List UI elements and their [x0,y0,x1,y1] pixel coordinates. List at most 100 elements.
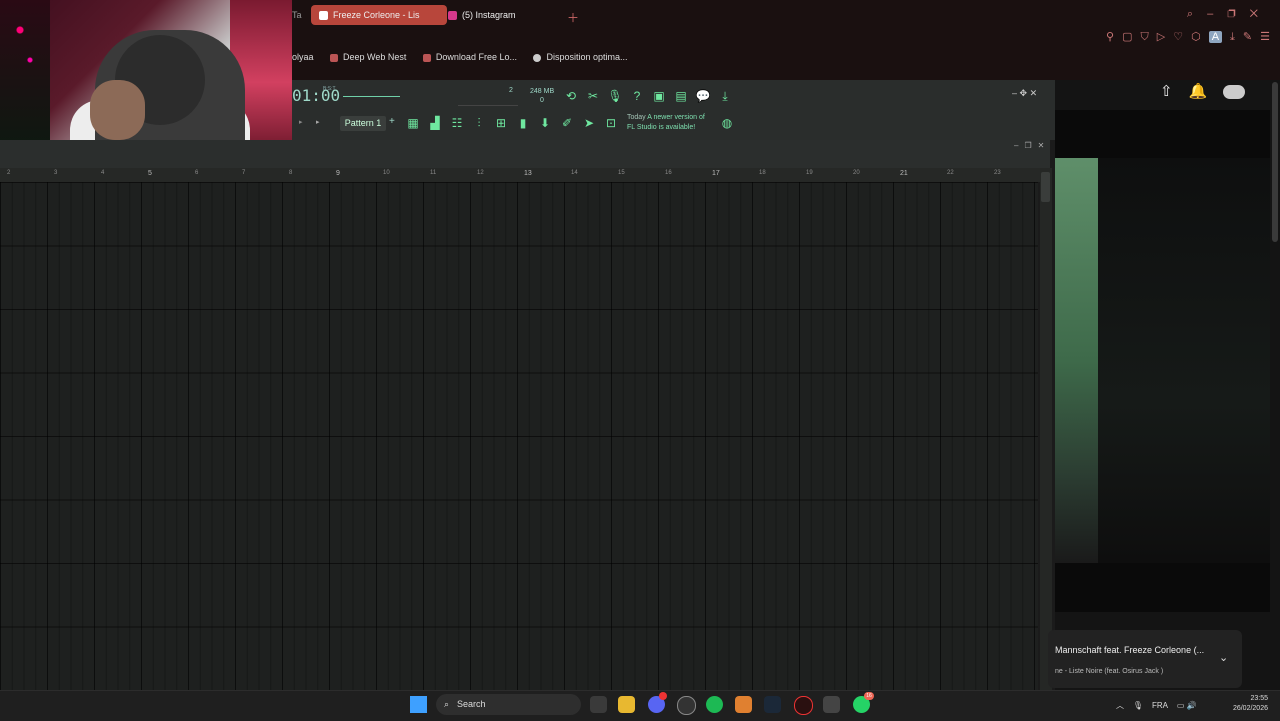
save-icon[interactable]: ▣ [651,88,667,104]
now-playing-subtitle: ne - Liste Noire (feat. Osirus Jack ) [1055,668,1164,675]
tab-instagram[interactable]: (5) Instagram [440,5,566,25]
clock[interactable]: 23:55 26/02/2026 [1220,694,1268,714]
ruler-tick: 15 [618,170,625,176]
ruler-tick: 5 [148,170,152,177]
shield-icon[interactable]: ⛉ [1140,31,1148,44]
globe-icon[interactable]: ◍ [719,115,735,131]
ruler-tick: 20 [853,170,860,176]
partial-tab[interactable]: Ta [292,10,302,20]
update-news[interactable]: Today A newer version of FL Studio is ava… [627,113,705,133]
menu-icon[interactable]: ☰ [1260,30,1270,43]
ruler-tick: 6 [195,170,199,176]
playlist-grid[interactable] [0,182,1038,690]
close-icon[interactable]: ✕ [1250,8,1272,20]
ruler-tick: 21 [900,170,908,177]
windows-start-icon[interactable] [410,696,427,713]
arrow-left-icon[interactable]: ▸ [299,118,303,126]
mic-icon[interactable]: 🎙 [1133,701,1143,710]
extension-icons: ⚲ ▢ ⛉ ▷ ♡ ⬡ A ⤓ ✎ ☰ [1098,30,1270,44]
opera-gx-icon[interactable] [794,696,813,715]
profile-a-icon[interactable]: A [1208,31,1223,43]
taskbar-search[interactable]: ⌕ Search [436,694,581,715]
bookmark-label: Disposition optima... [546,52,628,62]
chat-icon[interactable]: 💬 [695,88,711,104]
playlist-scrollbar[interactable] [1040,168,1052,690]
ruler-tick: 2 [7,170,11,176]
ruler-tick: 13 [524,170,532,177]
oscilloscope [343,88,453,102]
restore-icon[interactable]: ❐ [1024,141,1037,150]
ruler-tick: 9 [336,170,340,177]
render-icon[interactable]: ▤ [673,88,689,104]
restore-icon[interactable]: ❐ [1227,8,1249,20]
bell-icon[interactable]: 🔔 [1189,82,1208,100]
playlist-icon[interactable]: ▦ [405,115,421,131]
plugin-icon[interactable]: ⬇ [537,115,553,131]
new-tab-plus-icon[interactable]: ＋ [567,9,579,26]
chevron-down-icon[interactable]: ⌄ [1219,651,1228,664]
steam-icon[interactable] [764,696,781,713]
arrow-right-icon[interactable]: ▸ [316,118,320,126]
browser-icon[interactable]: ⊞ [493,115,509,131]
search-icon[interactable]: ⌕ [1187,8,1207,20]
tray-chevron-icon[interactable]: ︿ [1116,701,1124,710]
minimize-icon[interactable]: – [1014,141,1024,150]
polyphony-value: 0 [540,97,544,104]
minimize-icon[interactable]: – [1012,88,1017,98]
capcut-icon[interactable] [823,696,840,713]
download-icon[interactable]: ⤓ [717,88,733,104]
search-placeholder: Search [457,699,486,709]
fl-studio-icon[interactable] [735,696,752,713]
cube-icon[interactable]: ⬡ [1191,30,1201,43]
scrollbar-thumb[interactable] [1041,172,1050,202]
add-pattern-icon[interactable]: + [389,116,395,127]
task-view-icon[interactable] [590,696,607,713]
bookmark-download-free[interactable]: Download Free Lo... [422,52,517,62]
timeline-ruler[interactable]: 2 3 4 5 6 7 8 9 10 11 12 13 14 15 16 17 18 19 20 21 22 23 [0,168,1040,183]
brush-icon[interactable]: ✐ [559,115,575,131]
avatar[interactable] [1223,85,1246,100]
help-icon[interactable]: ? [629,88,645,104]
now-playing-card[interactable] [1048,630,1242,688]
download-icon[interactable]: ⤓ [1230,31,1235,44]
close-icon[interactable]: ✕ [1030,88,1038,98]
project-icon[interactable]: ▮ [515,115,531,131]
minimize-icon[interactable]: – [1207,8,1227,20]
tag-icon[interactable]: ➤ [581,115,597,131]
aria-icon[interactable]: ✎ [1243,30,1252,43]
video-frame-dark [1098,158,1270,563]
loop-recording-icon[interactable]: ⟲ [563,88,579,104]
move-icon[interactable]: ✥ [1020,88,1028,98]
pattern-selector[interactable]: Pattern 1 [340,116,386,131]
file-explorer-icon[interactable] [618,696,635,713]
language-indicator[interactable]: FRA [1152,701,1168,710]
cut-icon[interactable]: ✂ [585,88,601,104]
volume-icon[interactable]: 🔊 [1187,701,1197,710]
piano-roll-icon[interactable]: ▟ [427,115,443,131]
bookmark-disposition[interactable]: Disposition optima... [533,52,628,62]
snapshot-icon[interactable]: ▢ [1122,30,1132,43]
play-icon[interactable]: ▷ [1157,30,1165,43]
heart-icon[interactable]: ♡ [1173,30,1183,43]
cart-icon[interactable]: ⊡ [603,115,619,131]
page-scrollbar[interactable] [1272,82,1278,242]
spotify-icon[interactable] [706,696,723,713]
ruler-tick: 8 [289,170,293,176]
ruler-tick: 14 [571,170,578,176]
bookmark-icon [533,53,542,62]
upload-icon[interactable]: ⇧ [1160,82,1173,100]
mixer-icon[interactable]: ⫶ [471,115,487,131]
microphone-icon[interactable]: 🎙 [607,88,623,104]
window-controls[interactable]: ⌕–❐✕ [1187,8,1272,21]
pin-icon[interactable]: ⚲ [1106,30,1114,43]
close-icon[interactable]: ✕ [1038,141,1051,150]
chatgpt-icon[interactable] [677,696,696,715]
bookmark-deep-web-nest[interactable]: Deep Web Nest [330,52,406,62]
fl-window-controls: – ✥ ✕ [1012,88,1037,99]
bookmark-partial[interactable]: olyaa [292,52,314,62]
network-icon[interactable]: ▭ [1177,701,1185,710]
news-date: Today [627,114,646,121]
channel-rack-icon[interactable]: ☷ [449,115,465,131]
ruler-tick: 23 [994,170,1001,176]
tab-freeze-corleone[interactable]: Freeze Corleone - Lis [311,5,447,25]
